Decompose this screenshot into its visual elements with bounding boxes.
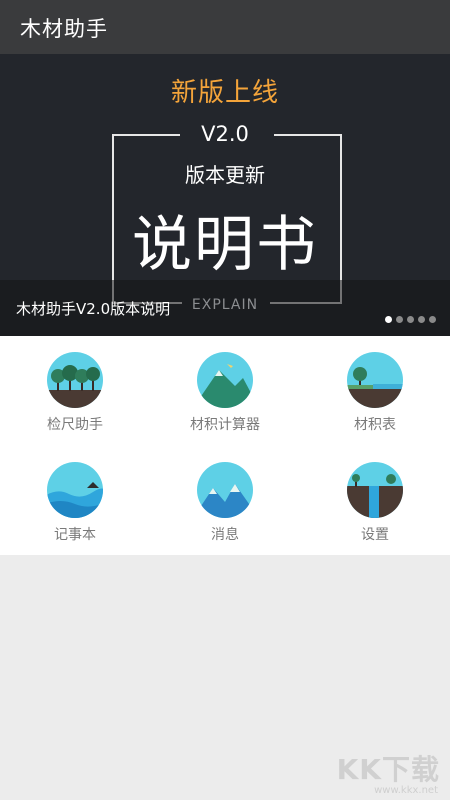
menu-item-label: 材积计算器 (190, 417, 260, 433)
sea-waves-icon (47, 462, 103, 518)
carousel-dot[interactable] (407, 316, 414, 323)
watermark-url: www.kkx.net (374, 785, 438, 796)
banner-subtitle: 版本更新 (185, 163, 265, 187)
menu-item-volume-calculator[interactable]: 材积计算器 (150, 336, 300, 446)
app-header: 木材助手 (0, 0, 450, 54)
app-title: 木材助手 (20, 17, 108, 41)
menu-item-messages[interactable]: 消息 (150, 446, 300, 556)
menu-item-label: 消息 (211, 527, 239, 543)
menu-item-label: 设置 (361, 527, 389, 543)
banner-explain: EXPLAIN (191, 297, 259, 313)
carousel-dot[interactable] (418, 316, 425, 323)
banner-headline: 新版上线 (170, 78, 279, 108)
banner-carousel[interactable]: 新版上线 V2.0 版本更新 说明书 木材助手V2.0版本说明 EXPLAIN (0, 54, 450, 336)
menu-item-label: 记事本 (54, 527, 96, 543)
carousel-indicator[interactable] (385, 316, 436, 323)
menu-item-inspection[interactable]: 检尺助手 (0, 336, 150, 446)
mountain-icon (197, 352, 253, 408)
carousel-dot[interactable] (396, 316, 403, 323)
snow-mountain-icon (197, 462, 253, 518)
menu-item-label: 材积表 (354, 417, 396, 433)
carousel-dot[interactable] (385, 316, 392, 323)
menu-item-settings[interactable]: 设置 (300, 446, 450, 556)
carousel-dot[interactable] (429, 316, 436, 323)
banner-version: V2.0 (201, 122, 249, 146)
menu-item-volume-table[interactable]: 材积表 (300, 336, 450, 446)
menu-item-label: 检尺助手 (47, 417, 103, 433)
feature-grid: 检尺助手 材积计算器 材积表 记事本 消息 设置 (0, 336, 450, 555)
banner-big-title: 说明书 (132, 210, 318, 280)
waterfall-icon (347, 462, 403, 518)
menu-item-notebook[interactable]: 记事本 (0, 446, 150, 556)
forest-icon (47, 352, 103, 408)
watermark-logo: KK下载 (336, 753, 440, 786)
island-tree-icon (347, 352, 403, 408)
